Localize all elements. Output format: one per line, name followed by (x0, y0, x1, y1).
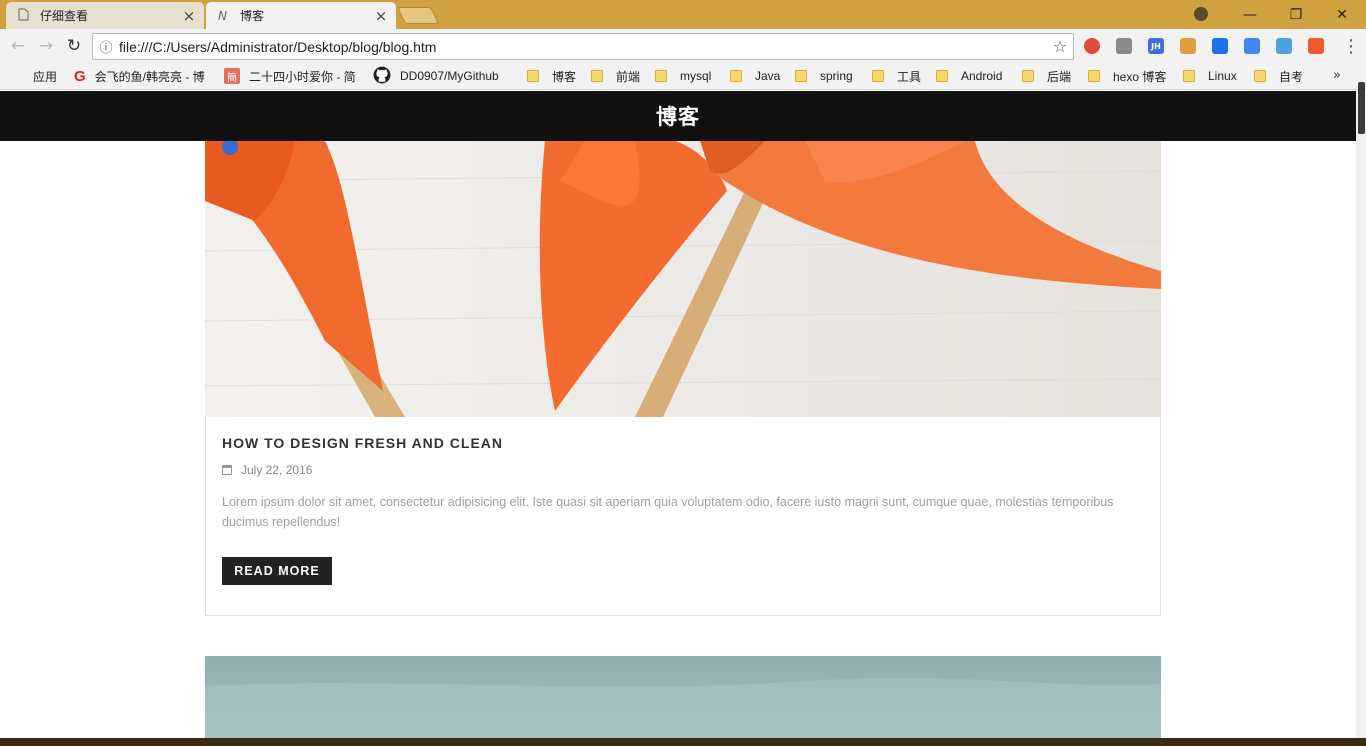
translate-icon[interactable] (1244, 38, 1260, 54)
calendar-icon (222, 465, 232, 475)
site-header: 博客 (0, 91, 1356, 141)
folder-icon (872, 70, 884, 82)
bookmark-folder[interactable]: Linux (1183, 62, 1237, 90)
folder-icon (1183, 70, 1195, 82)
bookmark-folder[interactable]: 前端 (591, 62, 640, 90)
tab-title: 博客 (240, 9, 265, 23)
close-window-button[interactable]: ✕ (1319, 0, 1365, 29)
jianshu-icon: 簡 (224, 68, 240, 84)
bookmark-folder[interactable]: 博客 (527, 62, 576, 90)
pocket-icon[interactable] (1212, 38, 1228, 54)
back-button[interactable]: ← (7, 35, 29, 57)
page-icon (18, 8, 40, 24)
scrollbar-thumb[interactable] (1358, 82, 1365, 134)
url-text[interactable]: file:///C:/Users/Administrator/Desktop/b… (119, 39, 1047, 55)
site-title[interactable]: 博客 (656, 101, 700, 131)
bookmark-label: 博客 (552, 69, 577, 84)
new-tab-button[interactable] (397, 7, 439, 24)
circle-ext-icon[interactable] (1308, 38, 1324, 54)
color-picker-icon[interactable] (1180, 38, 1196, 54)
bookmark-label: 前端 (616, 69, 641, 84)
apps-icon (10, 69, 24, 83)
download-icon[interactable] (1116, 38, 1132, 54)
bookmark-item[interactable]: G 会飞的鱼/韩亮亮 - 博 (74, 62, 210, 90)
bookmark-label: DD0907/MyGithub (400, 69, 499, 83)
page-scrollbar[interactable] (1356, 91, 1366, 738)
folder-icon (1254, 70, 1266, 82)
bookmark-folder[interactable]: Android (936, 62, 1002, 90)
folder-icon (795, 70, 807, 82)
browser-titlebar: 仔细查看 × N 博客 × — ❐ ✕ (0, 0, 1366, 29)
folder-icon (655, 70, 667, 82)
bookmark-folder[interactable]: hexo 博客 (1088, 62, 1166, 90)
tab-close-icon[interactable]: × (178, 7, 200, 25)
bookmark-label: hexo 博客 (1113, 69, 1167, 84)
bookmark-folder[interactable]: 工具 (872, 62, 921, 90)
post-date: July 22, 2016 (222, 463, 312, 477)
bookmark-folder[interactable]: Java (730, 62, 780, 90)
bookmark-label: Android (961, 69, 1003, 83)
bookmark-label: Java (755, 69, 781, 83)
tab-title: 仔细查看 (40, 9, 89, 23)
post-card: HOW TO DESIGN FRESH AND CLEAN July 22, 2… (205, 417, 1161, 616)
tab-close-icon[interactable]: × (370, 7, 392, 25)
bookmark-item[interactable]: DD0907/MyGithub (373, 62, 511, 90)
browser-menu-icon[interactable]: ⋮ (1342, 36, 1360, 57)
tab-inactive[interactable]: 仔细查看 × (6, 2, 204, 29)
qr-icon[interactable] (1276, 38, 1292, 54)
post-title[interactable]: HOW TO DESIGN FRESH AND CLEAN (222, 435, 503, 451)
bookmark-label: Linux (1208, 69, 1237, 83)
post-excerpt: Lorem ipsum dolor sit amet, consectetur … (222, 495, 1114, 529)
tab-active[interactable]: N 博客 × (206, 2, 396, 29)
bookmark-folder[interactable]: 后端 (1022, 62, 1071, 90)
reload-button[interactable]: ↻ (63, 35, 85, 57)
g-logo-icon: G (74, 67, 86, 85)
jh-icon[interactable]: JH (1148, 38, 1164, 54)
bookmark-label: spring (820, 69, 853, 83)
folder-icon (527, 70, 539, 82)
bookmark-apps[interactable]: 应用 (10, 62, 57, 90)
bookmark-label: 二十四小时爱你 - 简 (249, 69, 356, 84)
bookmark-label: 会飞的鱼/韩亮亮 - 博 (94, 69, 205, 84)
bookmark-folder[interactable]: mysql (655, 62, 711, 90)
folder-icon (1088, 70, 1100, 82)
os-taskbar (0, 738, 1366, 746)
folder-icon (730, 70, 742, 82)
bookmark-label: 工具 (897, 69, 922, 84)
restore-button[interactable]: ❐ (1273, 0, 1319, 29)
info-icon[interactable]: ⓘ (93, 37, 119, 56)
address-bar[interactable]: ⓘ file:///C:/Users/Administrator/Desktop… (92, 33, 1074, 60)
chrome-icon[interactable] (1084, 38, 1100, 54)
github-icon (373, 66, 391, 87)
bookmark-folder[interactable]: 自考 (1254, 62, 1303, 90)
post-featured-image[interactable] (205, 141, 1161, 417)
post-date-text: July 22, 2016 (241, 463, 313, 477)
forward-button[interactable]: → (35, 35, 57, 57)
profile-icon[interactable] (1190, 4, 1212, 24)
bookmarks-bar: 应用 G 会飞的鱼/韩亮亮 - 博 簡 二十四小时爱你 - 简 DD0907/M… (0, 62, 1366, 90)
folder-icon (936, 70, 948, 82)
minimize-button[interactable]: — (1227, 0, 1273, 29)
bookmark-item[interactable]: 簡 二十四小时爱你 - 简 (224, 62, 360, 90)
folder-icon (1022, 70, 1034, 82)
site-favicon-icon: N (218, 8, 227, 23)
browser-toolbar: ← → ↻ ⓘ file:///C:/Users/Administrator/D… (0, 29, 1366, 62)
bookmark-label: 后端 (1047, 69, 1072, 84)
bookmarks-overflow-icon[interactable]: » (1333, 68, 1341, 83)
next-post-image[interactable] (205, 656, 1161, 738)
bookmark-label: 应用 (33, 69, 58, 84)
bookmark-label: mysql (680, 69, 712, 83)
bookmark-star-icon[interactable]: ☆ (1047, 37, 1073, 56)
folder-icon (591, 70, 603, 82)
read-more-button[interactable]: READ MORE (222, 557, 332, 585)
bookmark-folder[interactable]: spring (795, 62, 853, 90)
bookmark-label: 自考 (1279, 69, 1304, 84)
